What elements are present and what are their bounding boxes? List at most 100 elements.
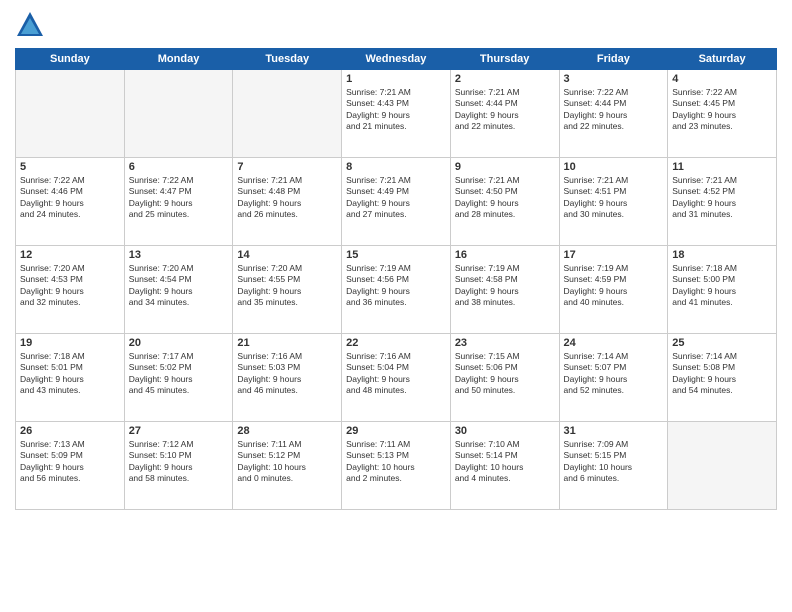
day-info: Sunrise: 7:22 AM Sunset: 4:45 PM Dayligh…: [672, 87, 772, 133]
page: SundayMondayTuesdayWednesdayThursdayFrid…: [0, 0, 792, 612]
calendar-cell: 2 Sunrise: 7:21 AM Sunset: 4:44 PM Daylig…: [450, 70, 559, 158]
day-number: 23: [455, 337, 555, 349]
calendar-cell: 9Sunrise: 7:21 AM Sunset: 4:50 PM Daylig…: [450, 158, 559, 246]
calendar-cell: 16 Sunrise: 7:19 AM Sunset: 4:58 PM Dayli…: [450, 246, 559, 334]
day-number: 17: [564, 249, 664, 261]
calendar-cell: 24 Sunrise: 7:14 AM Sunset: 5:07 PM Dayli…: [559, 334, 668, 422]
calendar-cell: 26Sunrise: 7:13 AM Sunset: 5:09 PM Dayli…: [16, 422, 125, 510]
day-number: 15: [346, 249, 446, 261]
week-row-1: 5 Sunrise: 7:22 AM Sunset: 4:46 PM Daylig…: [16, 158, 777, 246]
day-info: Sunrise: 7:12 AM Sunset: 5:10 PM Dayligh…: [129, 439, 229, 485]
day-info: Sunrise: 7:21 AM Sunset: 4:52 PM Dayligh…: [672, 175, 772, 221]
calendar-cell: 19Sunrise: 7:18 AM Sunset: 5:01 PM Dayli…: [16, 334, 125, 422]
day-info: Sunrise: 7:19 AM Sunset: 4:58 PM Dayligh…: [455, 263, 555, 309]
header: [15, 10, 777, 40]
day-info: Sunrise: 7:21 AM Sunset: 4:51 PM Dayligh…: [564, 175, 664, 221]
day-number: 7: [237, 161, 337, 173]
day-info: Sunrise: 7:21 AM Sunset: 4:43 PM Dayligh…: [346, 87, 446, 133]
day-info: Sunrise: 7:10 AM Sunset: 5:14 PM Dayligh…: [455, 439, 555, 485]
day-number: 11: [672, 161, 772, 173]
day-info: Sunrise: 7:21 AM Sunset: 4:44 PM Dayligh…: [455, 87, 555, 133]
day-info: Sunrise: 7:22 AM Sunset: 4:44 PM Dayligh…: [564, 87, 664, 133]
calendar-cell: 5 Sunrise: 7:22 AM Sunset: 4:46 PM Daylig…: [16, 158, 125, 246]
calendar-cell: 13Sunrise: 7:20 AM Sunset: 4:54 PM Dayli…: [124, 246, 233, 334]
calendar-cell: 7 Sunrise: 7:21 AM Sunset: 4:48 PM Daylig…: [233, 158, 342, 246]
day-info: Sunrise: 7:16 AM Sunset: 5:04 PM Dayligh…: [346, 351, 446, 397]
weekday-header-row: SundayMondayTuesdayWednesdayThursdayFrid…: [16, 49, 777, 70]
calendar-cell: [124, 70, 233, 158]
day-number: 12: [20, 249, 120, 261]
calendar-cell: 14 Sunrise: 7:20 AM Sunset: 4:55 PM Dayli…: [233, 246, 342, 334]
day-info: Sunrise: 7:13 AM Sunset: 5:09 PM Dayligh…: [20, 439, 120, 485]
calendar-cell: 4 Sunrise: 7:22 AM Sunset: 4:45 PM Daylig…: [668, 70, 777, 158]
weekday-header-thursday: Thursday: [450, 49, 559, 70]
day-number: 13: [129, 249, 229, 261]
calendar-cell: [16, 70, 125, 158]
calendar-cell: 31 Sunrise: 7:09 AM Sunset: 5:15 PM Dayli…: [559, 422, 668, 510]
day-number: 21: [237, 337, 337, 349]
day-info: Sunrise: 7:18 AM Sunset: 5:01 PM Dayligh…: [20, 351, 120, 397]
day-info: Sunrise: 7:19 AM Sunset: 4:56 PM Dayligh…: [346, 263, 446, 309]
calendar-cell: 20Sunrise: 7:17 AM Sunset: 5:02 PM Dayli…: [124, 334, 233, 422]
weekday-header-friday: Friday: [559, 49, 668, 70]
day-info: Sunrise: 7:22 AM Sunset: 4:47 PM Dayligh…: [129, 175, 229, 221]
day-info: Sunrise: 7:09 AM Sunset: 5:15 PM Dayligh…: [564, 439, 664, 485]
calendar: SundayMondayTuesdayWednesdayThursdayFrid…: [15, 48, 777, 510]
day-number: 31: [564, 425, 664, 437]
calendar-cell: 11 Sunrise: 7:21 AM Sunset: 4:52 PM Dayli…: [668, 158, 777, 246]
calendar-cell: 28 Sunrise: 7:11 AM Sunset: 5:12 PM Dayli…: [233, 422, 342, 510]
calendar-cell: 22Sunrise: 7:16 AM Sunset: 5:04 PM Dayli…: [342, 334, 451, 422]
day-info: Sunrise: 7:18 AM Sunset: 5:00 PM Dayligh…: [672, 263, 772, 309]
day-info: Sunrise: 7:21 AM Sunset: 4:48 PM Dayligh…: [237, 175, 337, 221]
calendar-cell: 23 Sunrise: 7:15 AM Sunset: 5:06 PM Dayli…: [450, 334, 559, 422]
calendar-cell: 3 Sunrise: 7:22 AM Sunset: 4:44 PM Daylig…: [559, 70, 668, 158]
calendar-cell: 8Sunrise: 7:21 AM Sunset: 4:49 PM Daylig…: [342, 158, 451, 246]
calendar-cell: 29 Sunrise: 7:11 AM Sunset: 5:13 PM Dayli…: [342, 422, 451, 510]
weekday-header-saturday: Saturday: [668, 49, 777, 70]
day-number: 29: [346, 425, 446, 437]
week-row-3: 19Sunrise: 7:18 AM Sunset: 5:01 PM Dayli…: [16, 334, 777, 422]
day-number: 3: [564, 73, 664, 85]
calendar-cell: 17 Sunrise: 7:19 AM Sunset: 4:59 PM Dayli…: [559, 246, 668, 334]
day-number: 24: [564, 337, 664, 349]
day-info: Sunrise: 7:15 AM Sunset: 5:06 PM Dayligh…: [455, 351, 555, 397]
day-number: 25: [672, 337, 772, 349]
calendar-cell: 10 Sunrise: 7:21 AM Sunset: 4:51 PM Dayli…: [559, 158, 668, 246]
calendar-cell: 6 Sunrise: 7:22 AM Sunset: 4:47 PM Daylig…: [124, 158, 233, 246]
day-number: 16: [455, 249, 555, 261]
day-number: 4: [672, 73, 772, 85]
day-number: 5: [20, 161, 120, 173]
week-row-0: 1 Sunrise: 7:21 AM Sunset: 4:43 PM Daylig…: [16, 70, 777, 158]
day-number: 14: [237, 249, 337, 261]
week-row-4: 26Sunrise: 7:13 AM Sunset: 5:09 PM Dayli…: [16, 422, 777, 510]
day-number: 18: [672, 249, 772, 261]
weekday-header-sunday: Sunday: [16, 49, 125, 70]
day-info: Sunrise: 7:14 AM Sunset: 5:08 PM Dayligh…: [672, 351, 772, 397]
day-info: Sunrise: 7:21 AM Sunset: 4:49 PM Dayligh…: [346, 175, 446, 221]
day-info: Sunrise: 7:16 AM Sunset: 5:03 PM Dayligh…: [237, 351, 337, 397]
day-info: Sunrise: 7:22 AM Sunset: 4:46 PM Dayligh…: [20, 175, 120, 221]
day-info: Sunrise: 7:19 AM Sunset: 4:59 PM Dayligh…: [564, 263, 664, 309]
day-info: Sunrise: 7:21 AM Sunset: 4:50 PM Dayligh…: [455, 175, 555, 221]
day-number: 28: [237, 425, 337, 437]
day-number: 6: [129, 161, 229, 173]
weekday-header-wednesday: Wednesday: [342, 49, 451, 70]
calendar-cell: 25 Sunrise: 7:14 AM Sunset: 5:08 PM Dayli…: [668, 334, 777, 422]
day-info: Sunrise: 7:17 AM Sunset: 5:02 PM Dayligh…: [129, 351, 229, 397]
day-number: 2: [455, 73, 555, 85]
day-info: Sunrise: 7:20 AM Sunset: 4:55 PM Dayligh…: [237, 263, 337, 309]
calendar-cell: 18 Sunrise: 7:18 AM Sunset: 5:00 PM Dayli…: [668, 246, 777, 334]
day-info: Sunrise: 7:11 AM Sunset: 5:12 PM Dayligh…: [237, 439, 337, 485]
logo: [15, 10, 49, 40]
logo-icon: [15, 10, 45, 40]
day-info: Sunrise: 7:14 AM Sunset: 5:07 PM Dayligh…: [564, 351, 664, 397]
calendar-cell: 27Sunrise: 7:12 AM Sunset: 5:10 PM Dayli…: [124, 422, 233, 510]
day-number: 30: [455, 425, 555, 437]
calendar-cell: [233, 70, 342, 158]
calendar-cell: 1 Sunrise: 7:21 AM Sunset: 4:43 PM Daylig…: [342, 70, 451, 158]
day-info: Sunrise: 7:11 AM Sunset: 5:13 PM Dayligh…: [346, 439, 446, 485]
day-number: 10: [564, 161, 664, 173]
calendar-cell: 15 Sunrise: 7:19 AM Sunset: 4:56 PM Dayli…: [342, 246, 451, 334]
week-row-2: 12Sunrise: 7:20 AM Sunset: 4:53 PM Dayli…: [16, 246, 777, 334]
day-number: 1: [346, 73, 446, 85]
